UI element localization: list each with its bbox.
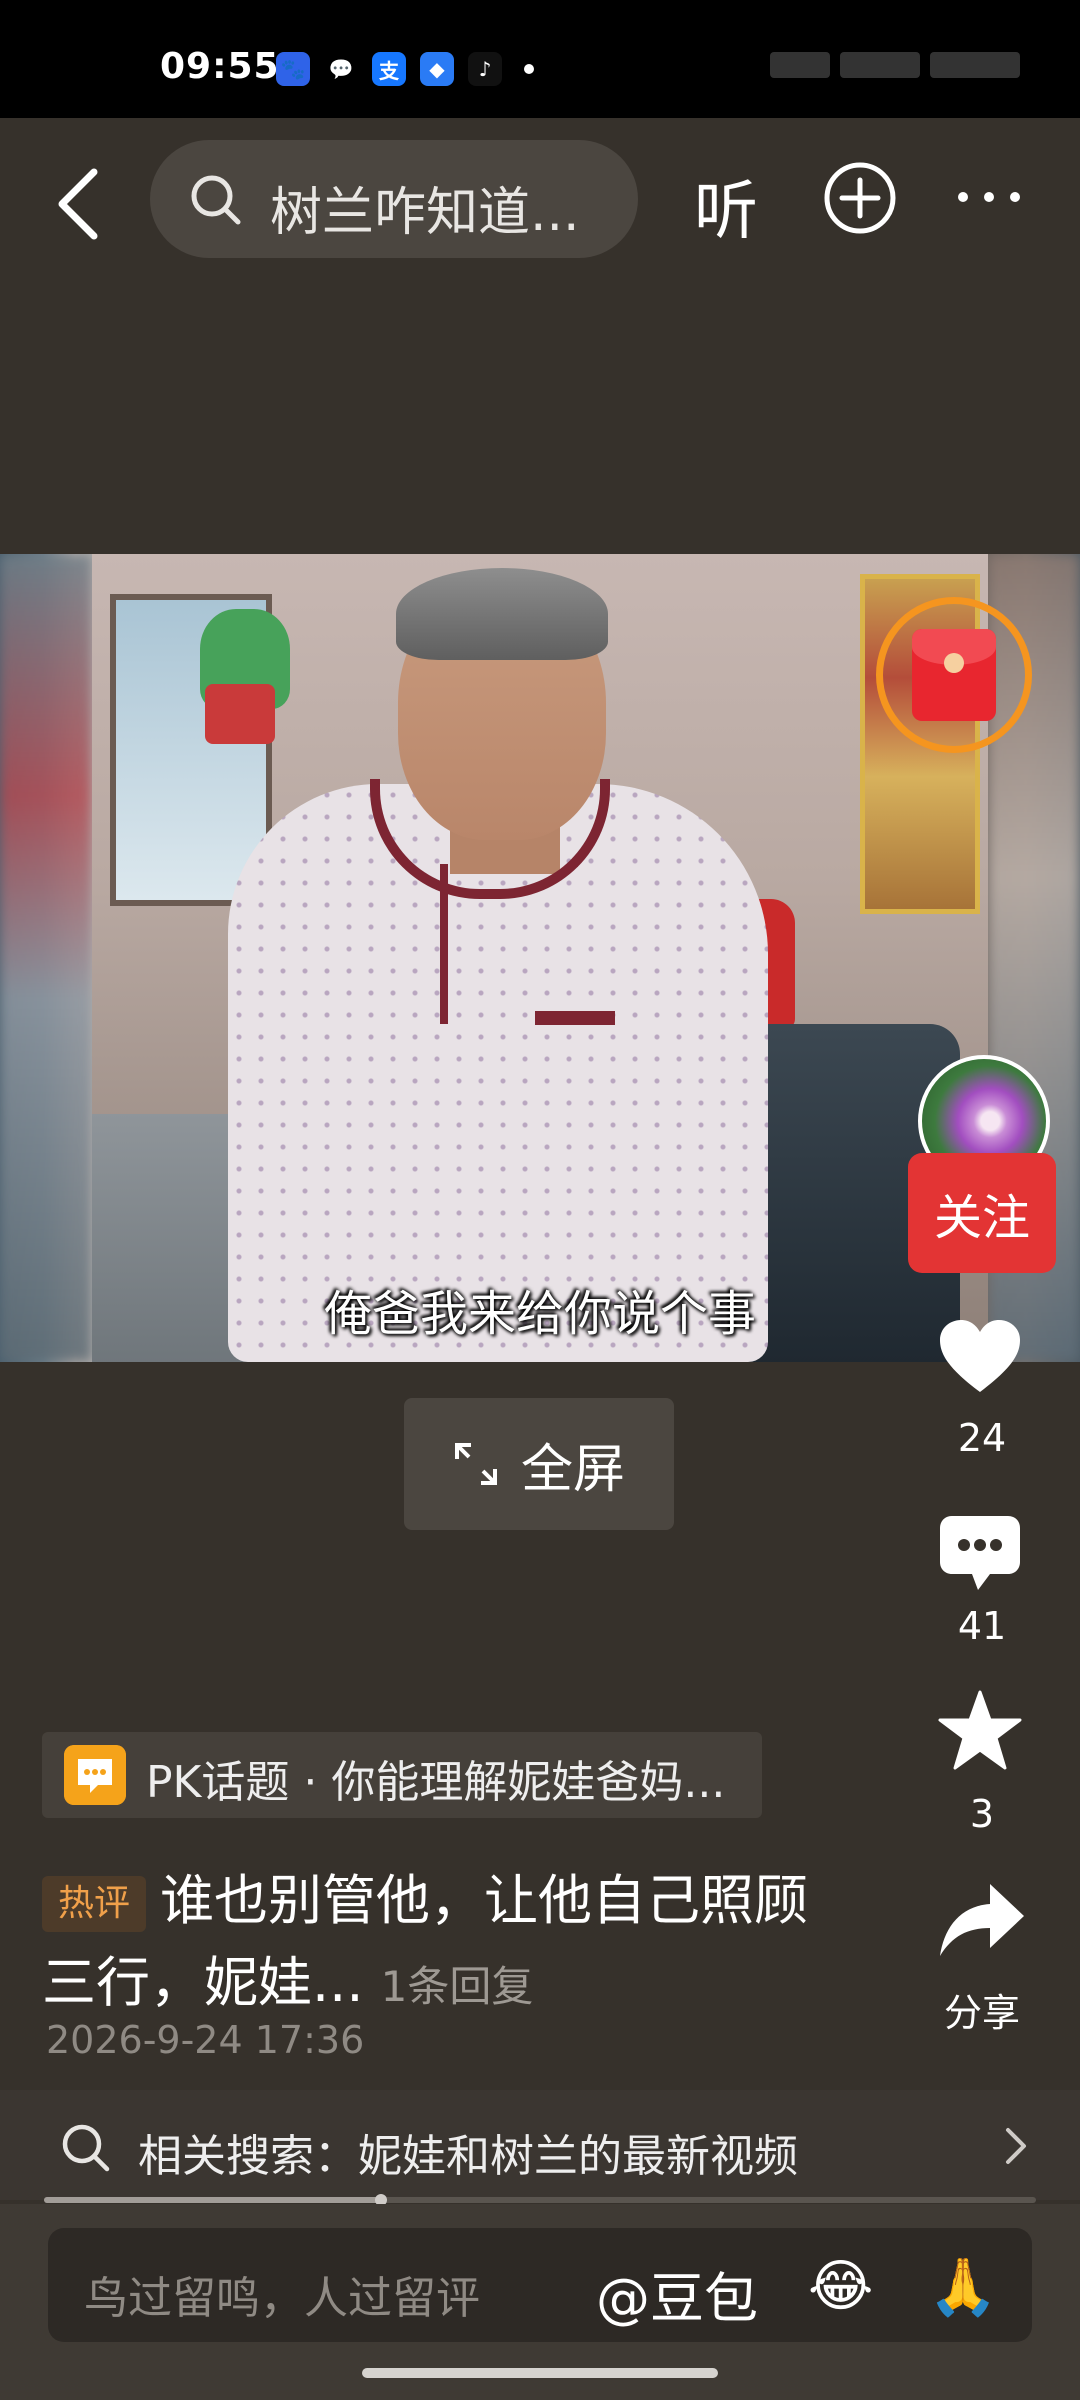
favorite-count: 3 <box>969 1792 995 1836</box>
comment-count: 41 <box>957 1604 1007 1648</box>
search-icon <box>191 175 241 225</box>
listen-button[interactable]: 听 <box>694 160 758 252</box>
tiktok-icon: ♪ <box>468 52 502 86</box>
mention-doubao-button[interactable]: @豆包 <box>596 2254 758 2333</box>
share-label: 分享 <box>943 1991 1020 2035</box>
search-icon <box>62 2124 110 2172</box>
comment-date: 2026-9-24 17:36 <box>46 2018 365 2062</box>
browser-icon: ◆ <box>420 52 454 86</box>
more-options-button[interactable] <box>958 192 1020 202</box>
signal-icon <box>770 52 830 78</box>
hot-comment[interactable]: 热评 谁也别管他，让他自己照顾三行，妮娃... 1条回复 <box>42 1860 842 2028</box>
laughing-emoji-button[interactable]: 😂 <box>808 2254 873 2319</box>
pray-emoji-button[interactable]: 🙏 <box>928 2254 998 2320</box>
expand-icon <box>454 1443 497 1485</box>
pk-topic-link[interactable]: PK话题 · 你能理解妮娃爸妈... <box>42 1732 762 1818</box>
like-count: 24 <box>957 1416 1007 1460</box>
video-progress-bar[interactable] <box>44 2194 1036 2206</box>
wifi-icon <box>840 52 920 78</box>
plus-circle-icon <box>824 162 896 234</box>
more-dot-icon <box>984 192 994 202</box>
video-subtitle: 俺爸我来给你说个事 <box>323 1286 756 1342</box>
top-navigation: 树兰咋知道... 听 <box>0 118 1080 278</box>
more-notifications-dot <box>524 64 534 74</box>
like-heart-icon[interactable] <box>938 1318 1022 1398</box>
add-button[interactable] <box>822 160 898 240</box>
related-search-text: 相关搜索：妮娃和树兰的最新视频 <box>138 2131 798 2182</box>
back-arrow-icon <box>58 168 98 240</box>
video-blur-left <box>0 554 92 1362</box>
search-box[interactable]: 树兰咋知道... <box>150 140 638 258</box>
comment-input[interactable]: 鸟过留鸣，人过留评 @豆包 😂 🙏 <box>48 2228 1032 2342</box>
red-envelope-button[interactable] <box>876 597 1032 753</box>
wechat-icon: 💬 <box>328 57 354 81</box>
battery-icon <box>930 52 1020 78</box>
hot-comment-badge: 热评 <box>42 1876 147 1933</box>
video-person-placket <box>440 864 448 1024</box>
red-envelope-icon <box>912 629 996 721</box>
video-person-hair <box>396 568 608 660</box>
baidu-icon: 🐾 <box>276 52 310 86</box>
comment-placeholder: 鸟过留鸣，人过留评 <box>84 2273 480 2324</box>
favorite-star-icon[interactable] <box>938 1690 1022 1772</box>
more-dot-icon <box>1010 192 1020 202</box>
fullscreen-button[interactable]: 全屏 <box>404 1398 674 1530</box>
notification-icons: 🐾 💬 支 ◆ ♪ <box>276 52 534 86</box>
status-time: 09:55 <box>160 46 280 87</box>
share-arrow-icon[interactable] <box>938 1880 1026 1960</box>
search-query-text: 树兰咋知道... <box>270 183 580 243</box>
back-button[interactable] <box>50 164 110 244</box>
system-status-icons <box>770 52 1020 78</box>
video-person-pocket <box>535 1011 615 1025</box>
pk-chat-icon <box>64 1745 126 1805</box>
follow-button[interactable]: 关注 <box>908 1153 1056 1273</box>
fullscreen-label: 全屏 <box>520 1439 625 1500</box>
video-red-bag <box>205 684 275 744</box>
chevron-right-icon <box>1006 2128 1026 2164</box>
comment-bubble-icon[interactable] <box>938 1512 1022 1594</box>
home-indicator[interactable] <box>362 2368 718 2378</box>
related-search-bar[interactable]: 相关搜索：妮娃和树兰的最新视频 <box>0 2090 1080 2200</box>
pk-topic-text: PK话题 · 你能理解妮娃爸妈... <box>146 1757 726 1808</box>
video-progress-fill <box>44 2197 382 2203</box>
status-bar: 09:55 🐾 💬 支 ◆ ♪ <box>0 0 1080 118</box>
alipay-icon: 支 <box>372 52 406 86</box>
reply-count-link[interactable]: 1条回复 <box>381 1962 534 2011</box>
more-dot-icon <box>958 192 968 202</box>
